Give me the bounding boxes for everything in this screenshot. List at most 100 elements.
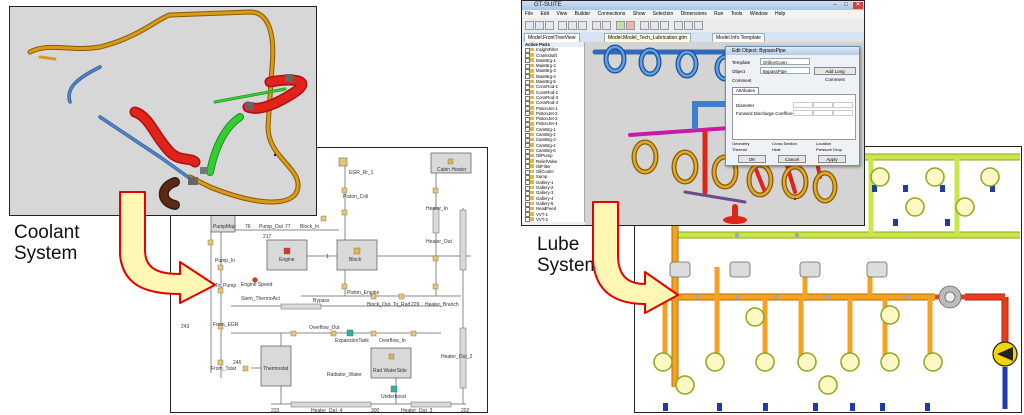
tab-template[interactable]: Model Info Template xyxy=(712,33,765,42)
toolbar-fit-icon[interactable] xyxy=(650,21,659,30)
svg-text:From_EGR: From_EGR xyxy=(213,322,239,328)
cb-pressure-drop[interactable]: Pressure Drop xyxy=(816,147,842,152)
menu-show[interactable]: Show xyxy=(633,11,646,17)
tree-item-label: PistonJet-2 xyxy=(536,110,558,116)
cb-location[interactable]: Location xyxy=(816,141,831,146)
folder-icon xyxy=(530,217,534,221)
bypass-pipe[interactable] xyxy=(280,303,322,310)
svg-text:Heater_Branch: Heater_Branch xyxy=(425,302,459,308)
menu-file[interactable]: File xyxy=(525,11,533,17)
folder-icon xyxy=(530,106,534,110)
underhood-node[interactable] xyxy=(390,385,398,393)
lube-3d-view[interactable]: Edit Object: BypassPipe Template Orifice… xyxy=(585,42,864,225)
toolbar-open-icon[interactable] xyxy=(535,21,544,30)
tree-item-label: Gallery-3 xyxy=(536,190,554,196)
expansion-tank-node[interactable] xyxy=(346,329,354,337)
heater-pipe-right-upper[interactable] xyxy=(459,209,467,271)
tree-item-label: OilCooler xyxy=(536,169,554,175)
grid-cell-5[interactable] xyxy=(813,110,833,116)
block-engine[interactable] xyxy=(266,239,308,271)
svg-text:Heater_Out_3: Heater_Out_3 xyxy=(401,408,433,414)
label-cabin-heater: Cabin Heater xyxy=(437,167,467,173)
toolbar-copy-icon[interactable] xyxy=(568,21,577,30)
tree-item-label: PistonJet-3 xyxy=(536,116,558,122)
heater-out-pipe[interactable] xyxy=(290,401,372,408)
tree-item-label: Gallery-4 xyxy=(536,195,554,201)
menu-window[interactable]: Window xyxy=(750,11,768,17)
add-long-comment-button[interactable]: Add Long Comment xyxy=(814,67,856,82)
menu-selection[interactable]: Selection xyxy=(653,11,674,17)
toolbar-3d-icon[interactable] xyxy=(674,21,683,30)
tab-model[interactable]: Model.Model_Tech_Lubrication.gtm xyxy=(604,33,691,42)
svg-text:300: 300 xyxy=(371,408,380,414)
toolbar-paste-icon[interactable] xyxy=(578,21,587,30)
coolant-3d-view[interactable] xyxy=(9,6,317,216)
svg-text:202: 202 xyxy=(461,408,470,414)
tree-item-label: Gallery-2 xyxy=(536,185,554,191)
toolbar-zoom-icon[interactable] xyxy=(640,21,649,30)
cb-cross-section[interactable]: Cross Section xyxy=(772,141,797,146)
menu-connections[interactable]: Connections xyxy=(598,11,626,17)
minimize-button[interactable]: – xyxy=(830,2,840,9)
heater-out-pipe-2[interactable] xyxy=(410,401,452,408)
menu-tools[interactable]: Tools xyxy=(731,11,743,17)
cabin-heater-icon xyxy=(447,158,454,165)
toolbar-rotate-icon[interactable] xyxy=(660,21,669,30)
cancel-button[interactable]: Cancel xyxy=(778,155,806,163)
toolbar-stop-icon[interactable] xyxy=(626,21,635,30)
cb-geometry[interactable]: Geometry xyxy=(732,141,750,146)
close-button[interactable]: ✕ xyxy=(853,2,863,9)
tab-tree-view[interactable]: Model.FrontTreeView xyxy=(524,33,580,42)
apply-button[interactable]: Apply xyxy=(818,155,846,163)
folder-icon xyxy=(530,90,534,94)
folder-icon xyxy=(530,137,534,142)
block-egr[interactable] xyxy=(338,157,348,167)
app-window: GT-SUITE – □ ✕ File Edit View Builder Co… xyxy=(521,0,865,226)
toolbar-new-icon[interactable] xyxy=(525,21,534,30)
folder-icon xyxy=(530,201,534,205)
toolbar-redo-icon[interactable] xyxy=(602,21,611,30)
menu-builder[interactable]: Builder xyxy=(575,11,591,17)
svg-text:Block_In: Block_In xyxy=(300,224,319,230)
grid-cell-3[interactable] xyxy=(833,102,853,108)
toolbar-cut-icon[interactable] xyxy=(558,21,567,30)
grid-cell-4[interactable] xyxy=(793,110,813,116)
cb-heat[interactable]: Heat xyxy=(772,147,780,152)
object-label: Object xyxy=(732,69,746,74)
block-block[interactable] xyxy=(336,239,378,271)
menu-edit[interactable]: Edit xyxy=(540,11,549,17)
grid-cell-6[interactable] xyxy=(833,110,853,116)
tree-header-label: Active Parts xyxy=(525,42,550,47)
toolbar-undo-icon[interactable] xyxy=(592,21,601,30)
coolant-system-label: Coolant System xyxy=(14,222,80,264)
maximize-button[interactable]: □ xyxy=(841,2,851,9)
tree-item-label: PistonJet-4 xyxy=(536,121,558,127)
toolbar-save-icon[interactable] xyxy=(545,21,554,30)
toolbar-grid-icon[interactable] xyxy=(684,21,693,30)
label-thermostat: Thermostat xyxy=(263,366,289,372)
grid-cell-2[interactable] xyxy=(813,102,833,108)
cb-thermal[interactable]: Thermal xyxy=(732,147,747,152)
menu-dimensions[interactable]: Dimensions xyxy=(681,11,707,17)
tree-item-label: PistonJet-1 xyxy=(536,105,558,111)
svg-text:77: 77 xyxy=(285,224,291,230)
toolbar-settings-icon[interactable] xyxy=(694,21,703,30)
lube-cam-housings[interactable] xyxy=(669,261,962,309)
tree-item-label: MainBrg-4 xyxy=(536,73,556,79)
folder-icon xyxy=(530,185,534,190)
label-egr: EGR_Rr_1 xyxy=(349,170,374,176)
menu-run[interactable]: Run xyxy=(714,11,723,17)
folder-icon xyxy=(530,53,534,57)
toolbar-run-icon[interactable] xyxy=(616,21,625,30)
folder-icon xyxy=(530,153,534,158)
tree-item-label: CamBrg-5 xyxy=(536,147,556,153)
ok-button[interactable]: OK xyxy=(738,155,766,163)
menu-help[interactable]: Help xyxy=(775,11,785,17)
tree-item-label: Crankshaft xyxy=(536,52,557,58)
object-field[interactable]: BypassPipe xyxy=(760,67,810,74)
template-field[interactable]: OrificeConn xyxy=(760,58,810,65)
menu-view[interactable]: View xyxy=(556,11,567,17)
grid-cell-1[interactable] xyxy=(793,102,813,108)
discharge-label: Forward Discharge Coefficient xyxy=(736,111,797,116)
folder-icon xyxy=(530,148,534,153)
